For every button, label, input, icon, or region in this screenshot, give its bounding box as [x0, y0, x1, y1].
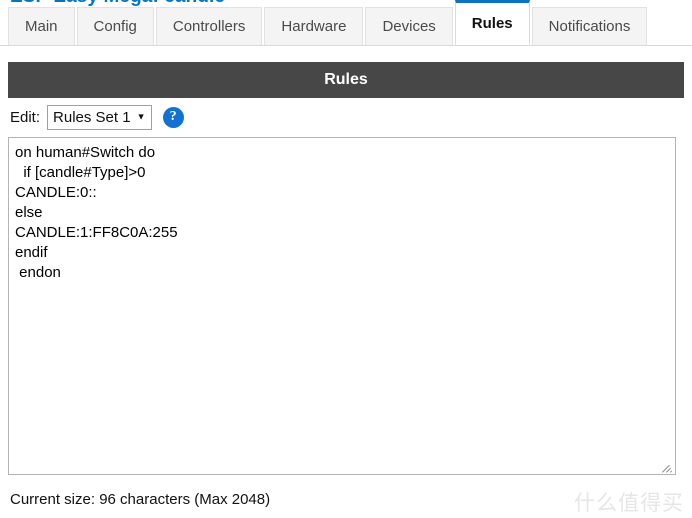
rules-editor-textarea[interactable]	[8, 137, 676, 475]
help-icon[interactable]: ?	[162, 106, 184, 128]
tab-hardware-label: Hardware	[281, 18, 347, 35]
tab-notifications[interactable]: Notifications	[531, 7, 648, 45]
tab-devices-label: Devices	[382, 18, 436, 35]
tab-main[interactable]: Main	[8, 7, 75, 45]
help-icon-glyph: ?	[169, 109, 177, 124]
edit-label: Edit:	[10, 108, 41, 126]
tab-controllers[interactable]: Controllers	[155, 7, 263, 45]
rules-page: ESP Easy Mega: candle Main Config Contro…	[0, 0, 692, 518]
section-header: Rules	[8, 62, 684, 98]
tab-main-label: Main	[25, 18, 58, 35]
tab-notifications-label: Notifications	[548, 18, 631, 35]
tab-hardware[interactable]: Hardware	[264, 7, 364, 45]
current-size-status: Current size: 96 characters (Max 2048)	[10, 491, 271, 508]
tab-devices[interactable]: Devices	[365, 7, 453, 45]
rules-set-select-value: Rules Set 1	[53, 108, 131, 126]
tab-config-label: Config	[93, 18, 137, 35]
watermark: 什么值得买	[574, 491, 684, 515]
tab-controllers-label: Controllers	[172, 18, 246, 35]
tab-rules-label: Rules	[471, 15, 513, 32]
tab-list: Main Config Controllers Hardware Devices…	[8, 0, 649, 45]
chevron-down-icon: ▼	[136, 111, 146, 122]
tab-config[interactable]: Config	[76, 7, 154, 45]
tab-rules[interactable]: Rules	[454, 0, 530, 45]
edit-row: Edit: Rules Set 1 ▼ ?	[10, 104, 184, 130]
section-header-title: Rules	[324, 71, 368, 88]
rules-set-select[interactable]: Rules Set 1 ▼	[47, 104, 152, 130]
tab-bar: Main Config Controllers Hardware Devices…	[0, 0, 692, 46]
